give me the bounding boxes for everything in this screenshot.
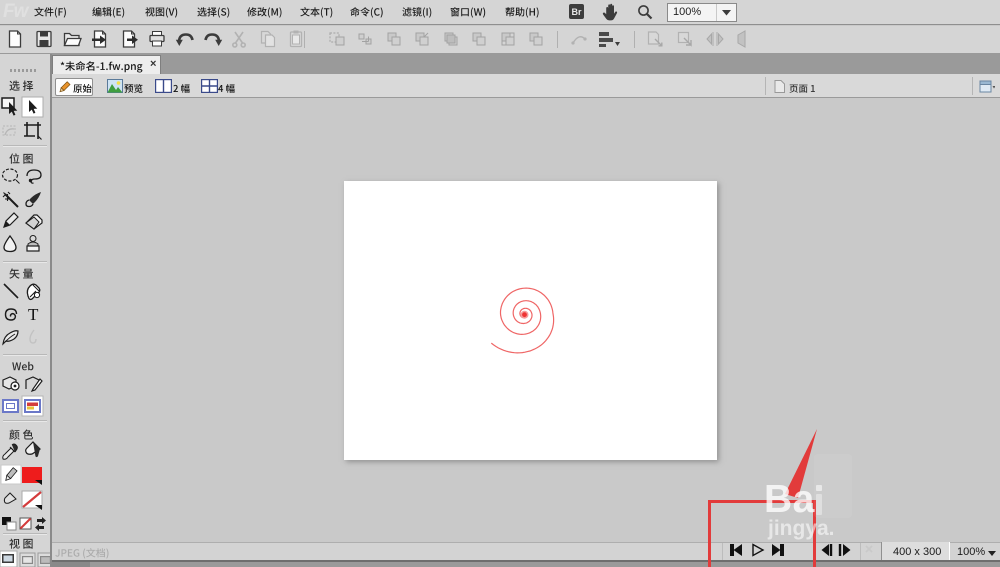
svg-text:T: T [28,305,39,324]
svg-text:Br: Br [571,7,581,17]
